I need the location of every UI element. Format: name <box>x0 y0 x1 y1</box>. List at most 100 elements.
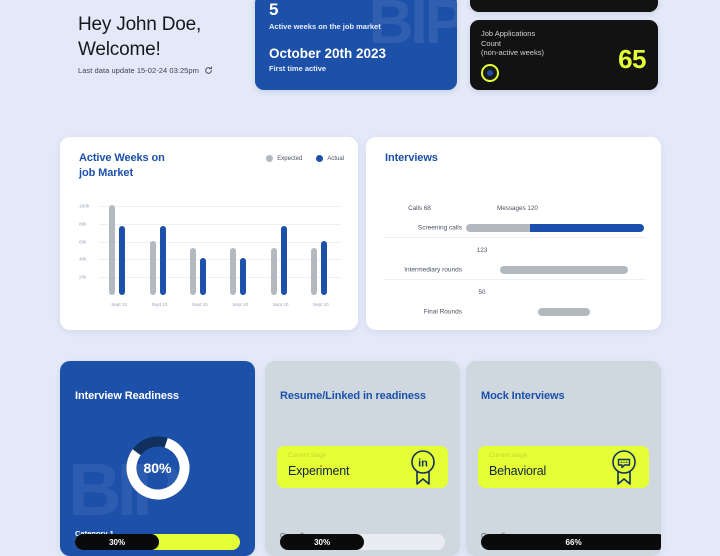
bar <box>159 225 166 295</box>
chart-plot-area: Sept 10 Sept 10 Sept 10 Sept 10 Sept 10 Sept … <box>99 199 341 307</box>
active-weeks-label: Active weeks on the job market <box>269 22 381 31</box>
chart-title-line-2: job Market <box>79 166 134 179</box>
current-stage-chip[interactable]: Current stage Experiment in <box>277 446 448 488</box>
bar-group: Sept 10 <box>186 199 214 307</box>
linkedin-ribbon-icon: in <box>407 448 439 486</box>
overall-progress-bar: 30% <box>280 534 445 550</box>
bar <box>199 257 206 295</box>
interview-row-label: Screening calls <box>417 224 462 232</box>
job-applications-value: 65 <box>618 44 646 74</box>
legend-label: Actual <box>327 155 344 162</box>
row-divider <box>384 279 646 280</box>
row-divider <box>384 237 646 238</box>
resume-readiness-card[interactable]: Resume/Linked in readiness Current stage… <box>265 361 460 556</box>
chart-title-line-1: Active Weeks on <box>79 152 165 164</box>
interview-bar-segment <box>530 224 644 232</box>
active-weeks-chart-panel: Active Weeks on job Market Expected Actua… <box>60 137 358 330</box>
dashboard-page: Hey John Doe, Welcome! Last data update … <box>0 0 720 556</box>
bar-group: Sept 10 <box>105 199 133 307</box>
current-stage-chip[interactable]: Current stage Behavioral <box>478 446 649 488</box>
label-line-2: Count <box>481 38 502 48</box>
x-axis-tick-label: Sept 10 <box>111 302 128 307</box>
interview-bar-caption: 123 <box>476 247 488 254</box>
last-update-row: Last data update 15-02-24 03:25pm <box>78 66 213 75</box>
y-axis-tick-label: 60k <box>79 239 87 245</box>
interview-row-label: Intermediary rounds <box>404 266 462 274</box>
bar <box>109 205 116 295</box>
interview-bar-caption: Calls 68 <box>408 205 431 212</box>
status-dot-icon <box>481 64 499 82</box>
interview-row-label: Final Rounds <box>423 308 462 316</box>
label-line-3: (non-active weeks) <box>481 48 544 57</box>
readiness-title: Interview Readiness <box>75 390 179 402</box>
interview-bar-track <box>537 308 644 316</box>
bar <box>119 225 126 295</box>
readiness-percent-label: 80% <box>143 460 172 476</box>
first-active-date: October 20th 2023 <box>269 46 387 61</box>
mock-title: Mock Interviews <box>481 390 565 402</box>
bar <box>149 240 156 295</box>
stat-card-dark-top[interactable] <box>470 0 658 12</box>
progress-value: 66% <box>565 537 582 547</box>
x-axis-tick-label: Sept 10 <box>191 302 208 307</box>
interview-row: Intermediary rounds 123 <box>384 247 644 281</box>
progress-fill: 30% <box>280 534 365 550</box>
y-axis-tick-label: 20k <box>79 274 87 280</box>
legend-item: Expected <box>266 155 302 162</box>
bar <box>240 257 247 295</box>
bar <box>230 247 237 295</box>
stage-label: Current stage <box>489 452 528 459</box>
bar-group: Sept 10 <box>146 199 174 307</box>
label-line-1: Job Applications <box>481 29 536 38</box>
job-applications-label: Job Applications Count (non-active weeks… <box>481 29 544 58</box>
greeting-line-2: Welcome! <box>78 39 161 60</box>
bar-chart: 100k 80k 60k 40k 20k Sept 10 Sept 10 Sept 10 Se… <box>79 199 341 309</box>
chart-legend: Expected Actual <box>266 155 344 162</box>
bar <box>320 240 327 295</box>
interview-bar-track <box>466 224 644 232</box>
y-axis-tick-label: 40k <box>79 256 87 262</box>
x-axis-tick-label: Sept 10 <box>272 302 289 307</box>
legend-swatch <box>266 155 274 162</box>
category-progress-bar: 30% <box>75 534 240 550</box>
y-axis-tick-label: 80k <box>79 221 87 227</box>
stage-label: Current stage <box>288 452 327 459</box>
bar-group: Sept 10 <box>226 199 254 307</box>
progress-value: 30% <box>109 537 126 547</box>
y-axis-tick-label: 100k <box>79 203 90 209</box>
interview-bar-segment <box>499 266 629 274</box>
legend-swatch <box>316 155 324 162</box>
active-weeks-card[interactable]: BIP 5 Active weeks on the job market Oct… <box>255 0 457 90</box>
interview-bar-caption: 50 <box>478 289 486 296</box>
chat-ribbon-icon <box>608 448 640 486</box>
progress-fill: 66% <box>481 534 661 550</box>
interview-row: Screening calls Calls 68 Messages 120 <box>384 205 644 239</box>
legend-label: Expected <box>277 155 303 162</box>
stage-value: Experiment <box>288 464 350 478</box>
mock-interviews-card[interactable]: Mock Interviews Current stage Behavioral… <box>466 361 661 556</box>
bar-group: Sept 10 <box>267 199 295 307</box>
last-update-text: Last data update 15-02-24 03:25pm <box>78 66 199 75</box>
bar <box>280 225 287 295</box>
chart-title: Active Weeks on job Market <box>79 151 165 180</box>
job-applications-card[interactable]: Job Applications Count (non-active weeks… <box>470 20 658 90</box>
greeting-line-1: Hey John Doe, <box>78 14 202 35</box>
refresh-icon[interactable] <box>204 66 213 75</box>
interview-bar-segment <box>466 224 531 232</box>
interview-bar-segment <box>537 308 591 316</box>
interview-bar-track <box>499 266 644 274</box>
progress-value: 30% <box>314 537 331 547</box>
interview-bar-caption: Messages 120 <box>496 205 538 212</box>
bar <box>310 247 317 295</box>
bar-group: Sept 10 <box>307 199 335 307</box>
interviews-panel: Interviews Screening calls Calls 68 Messag… <box>366 137 661 330</box>
interview-readiness-card[interactable]: Interview Readiness BIP 80% Category 1 3… <box>60 361 255 556</box>
x-axis-tick-label: Sept 10 <box>151 302 168 307</box>
stage-value: Behavioral <box>489 464 547 478</box>
overall-progress-bar: 66% <box>481 534 661 550</box>
progress-fill: 30% <box>75 534 160 550</box>
x-axis-tick-label: Sept 10 <box>312 302 329 307</box>
greeting-block: Hey John Doe, Welcome! <box>78 12 258 62</box>
legend-item: Actual <box>316 155 344 162</box>
resume-title: Resume/Linked in readiness <box>280 390 426 402</box>
